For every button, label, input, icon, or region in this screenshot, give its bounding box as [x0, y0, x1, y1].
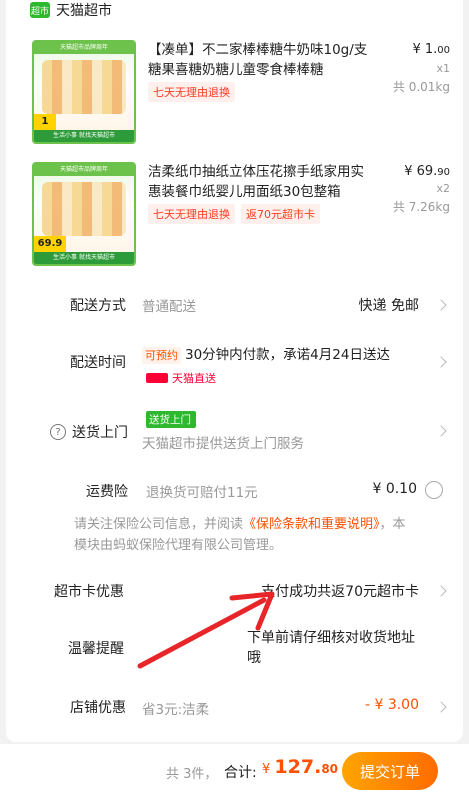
shipping-insurance-price: ¥ 0.10: [372, 481, 417, 497]
product-title[interactable]: 【凑单】不二家棒棒糖牛奶味10g/支糖果喜糖奶糖儿童零食棒棒糖: [148, 40, 372, 80]
chevron-right-icon: [435, 585, 447, 597]
tmall-cat-icon: [146, 373, 168, 383]
product-image: [42, 182, 126, 236]
total-amount: ¥ 127.80: [262, 756, 339, 778]
insurance-radio[interactable]: [425, 481, 443, 499]
thumb-footer: 生活小事 就找天猫超市: [34, 130, 134, 142]
delivery-time-text: 可预约 30分钟内付款，承诺4月24日送达: [142, 343, 390, 364]
product-title[interactable]: 洁柔纸巾抽纸立体压花擦手纸家用实惠装餐巾纸婴儿用面纸30包整箱: [148, 162, 372, 202]
delivery-time-label: 配送时间: [70, 355, 126, 371]
product-thumbnail[interactable]: 天猫超市品牌周年 1 生活小事 就找天猫超市: [32, 40, 136, 144]
service-tag: 七天无理由退换: [148, 204, 235, 224]
shop-discount-amount: - ¥ 3.00: [364, 697, 419, 713]
submit-order-button[interactable]: 提交订单: [342, 752, 438, 790]
product-quantity: x1: [436, 62, 450, 75]
delivery-method-value: 普通配送: [142, 299, 196, 315]
insurance-notice: 请关注保险公司信息，并阅读《保险条款和重要说明》，本模块由蚂蚁保险代理有限公司管…: [74, 517, 406, 553]
delivery-method-row[interactable]: 配送方式 普通配送 快递 免邮: [6, 290, 463, 320]
door-delivery-row[interactable]: ? 送货上门 天猫超市提供送货上门服务: [6, 408, 463, 452]
product-price: ¥ 69.90: [404, 164, 450, 179]
product-image: [42, 60, 126, 114]
tmall-supermarket-logo: 超市: [30, 2, 50, 18]
shop-discount-row[interactable]: 店铺优惠 省3元:洁柔 - ¥ 3.00: [6, 694, 463, 720]
product-tags: 七天无理由退换: [148, 82, 235, 102]
tmall-direct-label: 天猫直送: [146, 370, 216, 386]
supermarket-card-label: 超市卡优惠: [54, 584, 124, 600]
service-tag: 七天无理由退换: [148, 82, 235, 102]
product-item[interactable]: 天猫超市品牌周年 1 生活小事 就找天猫超市 【凑单】不二家棒棒糖牛奶味10g/…: [26, 40, 456, 150]
shop-discount-label: 店铺优惠: [70, 700, 126, 716]
thumb-banner: 天猫超市品牌周年: [34, 42, 134, 54]
chevron-right-icon: [435, 425, 447, 437]
product-item[interactable]: 天猫超市品牌周年 69.9 生活小事 就找天猫超市 洁柔纸巾抽纸立体压花擦手纸家…: [26, 162, 456, 272]
door-delivery-value: 天猫超市提供送货上门服务: [142, 436, 304, 452]
shop-header[interactable]: 超市 天猫超市: [30, 0, 112, 20]
thumb-footer: 生活小事 就找天猫超市: [34, 252, 134, 264]
shipping-insurance-row[interactable]: 运费险 退换货可赔付11元 ¥ 0.10: [6, 478, 463, 502]
item-count: 共 3件，: [166, 767, 218, 782]
thumb-price-badge: 1: [34, 114, 56, 130]
product-tags: 七天无理由退换 返70元超市卡: [148, 204, 320, 224]
annotation-arrow: [137, 591, 275, 669]
chevron-right-icon: [435, 299, 447, 311]
product-weight: 共 0.01kg: [392, 80, 450, 94]
thumb-price-badge: 69.9: [34, 236, 66, 252]
shipping-insurance-value: 退换货可赔付11元: [146, 485, 258, 501]
product-thumbnail[interactable]: 天猫超市品牌周年 69.9 生活小事 就找天猫超市: [32, 162, 136, 266]
product-quantity: x2: [436, 182, 450, 195]
total-label: 合计:: [224, 765, 257, 781]
product-price: ¥ 1.00: [412, 42, 450, 57]
door-delivery-badge: 送货上门: [146, 411, 196, 428]
question-icon[interactable]: ?: [50, 424, 66, 440]
cashback-tag: 返70元超市卡: [241, 204, 320, 224]
thumb-banner: 天猫超市品牌周年: [34, 164, 134, 176]
chevron-right-icon: [435, 356, 447, 368]
shop-discount-value: 省3元:洁柔: [142, 702, 210, 718]
delivery-method-right: 快递 免邮: [358, 298, 419, 314]
chevron-right-icon: [435, 701, 447, 713]
product-weight: 共 7.26kg: [392, 200, 450, 214]
shop-name: 天猫超市: [56, 3, 112, 19]
delivery-time-row[interactable]: 配送时间 可预约 30分钟内付款，承诺4月24日送达: [6, 340, 463, 384]
preorder-badge: 可预约: [142, 347, 181, 364]
shipping-insurance-label: 运费险: [86, 484, 128, 500]
reminder-label: 温馨提醒: [68, 641, 124, 657]
door-delivery-label: ? 送货上门: [50, 422, 128, 442]
delivery-method-label: 配送方式: [70, 298, 126, 314]
insurance-terms-link[interactable]: 《保险条款和重要说明》: [243, 517, 380, 532]
checkout-bar: 共 3件， 合计: ¥ 127.80 提交订单: [0, 744, 469, 800]
